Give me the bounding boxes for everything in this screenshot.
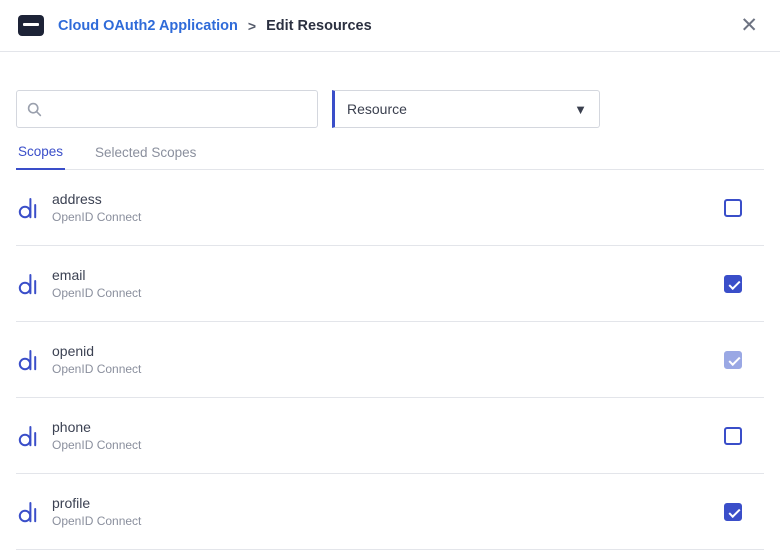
- scope-row: address OpenID Connect: [16, 170, 764, 246]
- scope-claim-icon: [16, 499, 42, 525]
- dialog-header: Cloud OAuth2 Application > Edit Resource…: [0, 0, 780, 52]
- scope-row: profile OpenID Connect: [16, 474, 764, 550]
- scope-row: phone OpenID Connect: [16, 398, 764, 474]
- close-icon[interactable]: ✕: [736, 13, 762, 38]
- resource-dropdown[interactable]: Resource ▼: [332, 90, 600, 128]
- scope-type: OpenID Connect: [52, 285, 141, 301]
- scope-checkbox[interactable]: [724, 503, 742, 521]
- scope-row: email OpenID Connect: [16, 246, 764, 322]
- scope-name: email: [52, 266, 141, 285]
- scope-text: email OpenID Connect: [52, 266, 141, 301]
- scope-checkbox[interactable]: [724, 199, 742, 217]
- scope-type: OpenID Connect: [52, 513, 141, 529]
- scope-name: phone: [52, 418, 141, 437]
- scope-type: OpenID Connect: [52, 361, 141, 377]
- scope-claim-icon: [16, 423, 42, 449]
- scope-type: OpenID Connect: [52, 209, 141, 225]
- search-icon: [27, 102, 42, 117]
- scope-text: address OpenID Connect: [52, 190, 141, 225]
- scope-type: OpenID Connect: [52, 437, 141, 453]
- scope-list: address OpenID Connect email OpenID Conn…: [16, 170, 764, 550]
- tab-scopes[interactable]: Scopes: [16, 144, 65, 170]
- scope-claim-icon: [16, 195, 42, 221]
- scope-checkbox: [724, 351, 742, 369]
- scope-name: profile: [52, 494, 141, 513]
- breadcrumb-app-link[interactable]: Cloud OAuth2 Application: [58, 18, 238, 34]
- scope-checkbox[interactable]: [724, 275, 742, 293]
- tab-bar: Scopes Selected Scopes: [16, 144, 764, 170]
- application-icon: [18, 15, 44, 36]
- scope-text: phone OpenID Connect: [52, 418, 141, 453]
- search-box[interactable]: [16, 90, 318, 128]
- scope-row: openid OpenID Connect: [16, 322, 764, 398]
- resource-dropdown-value: Resource: [347, 101, 407, 117]
- chevron-down-icon: ▼: [574, 102, 587, 117]
- scope-text: profile OpenID Connect: [52, 494, 141, 529]
- scope-name: openid: [52, 342, 141, 361]
- tab-selected-scopes[interactable]: Selected Scopes: [93, 145, 198, 169]
- toolbar: Resource ▼: [16, 90, 764, 128]
- scope-claim-icon: [16, 347, 42, 373]
- scope-checkbox[interactable]: [724, 427, 742, 445]
- scope-text: openid OpenID Connect: [52, 342, 141, 377]
- breadcrumb-separator: >: [248, 18, 256, 34]
- page-title: Edit Resources: [266, 18, 372, 34]
- search-input[interactable]: [50, 101, 307, 118]
- scope-claim-icon: [16, 271, 42, 297]
- scope-name: address: [52, 190, 141, 209]
